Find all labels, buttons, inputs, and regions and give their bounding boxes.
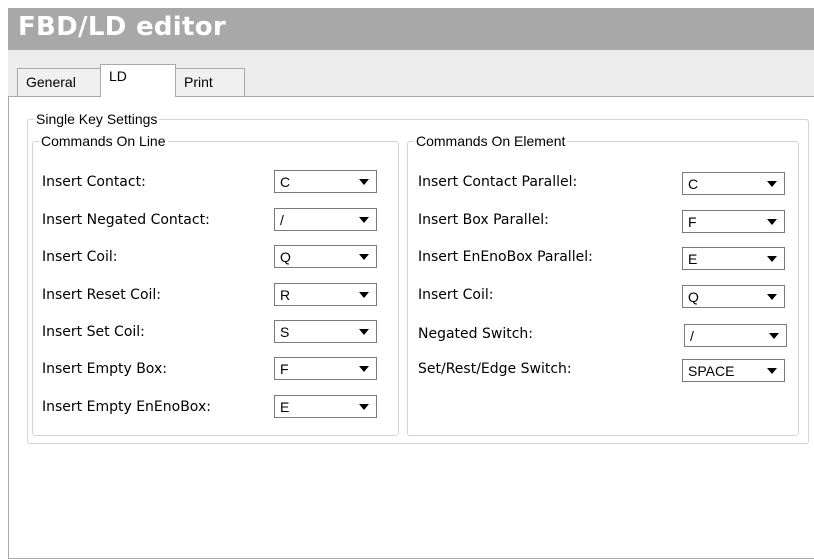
single-key-settings-legend: Single Key Settings [34,111,160,127]
on-line-row-insert-coil: Insert Coil: Q [42,245,392,269]
on-element-row-set-rest-edge-switch: Set/Rest/Edge Switch: SPACE [418,357,793,382]
select-value: S [280,324,290,340]
select-value: Q [688,289,699,305]
select-value: F [280,361,289,377]
dropdown-arrow-icon [767,294,777,300]
select-value: C [280,174,291,190]
on-line-label-insert-reset-coil: Insert Reset Coil: [42,287,161,303]
on-line-label-insert-negated-contact: Insert Negated Contact: [42,212,210,228]
dropdown-arrow-icon [359,292,369,298]
tab-panel-ld: Single Key Settings Commands On Line Ins… [8,96,814,559]
on-line-label-insert-empty-enenobox: Insert Empty EnEnoBox: [42,399,211,415]
on-line-label-insert-coil: Insert Coil: [42,249,118,265]
commands-on-line-group: Commands On Line Insert Contact: C Inser… [32,134,399,436]
select-value: SPACE [688,363,735,379]
select-value: E [688,251,698,267]
on-line-label-insert-set-coil: Insert Set Coil: [42,324,145,340]
on-element-row-insert-enenobox-parallel: Insert EnEnoBox Parallel: E [418,245,793,270]
dropdown-arrow-icon [767,219,777,225]
commands-on-line-legend: Commands On Line [39,133,168,149]
window-title: FBD/LD editor [18,12,227,42]
on-element-label-insert-enenobox-parallel: Insert EnEnoBox Parallel: [418,249,593,265]
on-element-label-insert-contact-parallel: Insert Contact Parallel: [418,174,578,190]
tab-general[interactable]: General [17,68,101,96]
on-element-select-insert-contact-parallel[interactable]: C [682,172,785,195]
dropdown-arrow-icon [767,256,777,262]
dropdown-arrow-icon [767,368,777,374]
on-line-row-insert-negated-contact: Insert Negated Contact: / [42,208,392,232]
on-line-select-insert-contact[interactable]: C [274,170,377,193]
select-value: F [688,214,697,230]
tab-ld-label: LD [109,68,127,84]
commands-on-element-group: Commands On Element Insert Contact Paral… [407,134,799,436]
on-line-select-insert-negated-contact[interactable]: / [274,208,377,231]
select-value: E [280,399,290,415]
on-element-row-negated-switch: Negated Switch: / [418,322,793,347]
dropdown-arrow-icon [359,404,369,410]
on-element-select-negated-switch[interactable]: / [684,324,787,347]
on-line-select-insert-coil[interactable]: Q [274,245,377,268]
on-element-label-negated-switch: Negated Switch: [418,326,533,342]
select-value: / [690,328,694,344]
on-line-select-insert-empty-box[interactable]: F [274,357,377,380]
on-line-select-insert-set-coil[interactable]: S [274,320,377,343]
tab-ld[interactable]: LD [100,64,176,97]
on-element-label-insert-box-parallel: Insert Box Parallel: [418,212,549,228]
select-value: / [280,212,284,228]
on-element-row-insert-coil: Insert Coil: Q [418,283,793,308]
tab-general-label: General [26,74,76,90]
on-element-select-set-rest-edge-switch[interactable]: SPACE [682,359,785,382]
on-element-label-insert-coil: Insert Coil: [418,287,494,303]
select-value: Q [280,249,291,265]
on-line-select-insert-empty-enenobox[interactable]: E [274,395,377,418]
on-line-row-insert-reset-coil: Insert Reset Coil: R [42,283,392,307]
dropdown-arrow-icon [769,333,779,339]
on-line-select-insert-reset-coil[interactable]: R [274,283,377,306]
dropdown-arrow-icon [359,254,369,260]
title-bar: FBD/LD editor [8,8,814,50]
dropdown-arrow-icon [359,329,369,335]
dropdown-arrow-icon [359,366,369,372]
on-element-select-insert-enenobox-parallel[interactable]: E [682,247,785,270]
commands-on-element-legend: Commands On Element [414,133,568,149]
tab-print[interactable]: Print [175,68,245,96]
on-line-row-insert-empty-enenobox: Insert Empty EnEnoBox: E [42,395,392,419]
select-value: C [688,176,699,192]
tab-print-label: Print [184,74,213,90]
on-line-label-insert-empty-box: Insert Empty Box: [42,361,167,377]
select-value: R [280,287,291,303]
dropdown-arrow-icon [767,181,777,187]
on-line-label-insert-contact: Insert Contact: [42,174,146,190]
on-line-row-insert-set-coil: Insert Set Coil: S [42,320,392,344]
dropdown-arrow-icon [359,179,369,185]
on-element-label-set-rest-edge-switch: Set/Rest/Edge Switch: [418,361,572,377]
on-element-select-insert-box-parallel[interactable]: F [682,210,785,233]
on-element-row-insert-contact-parallel: Insert Contact Parallel: C [418,170,793,195]
on-element-select-insert-coil[interactable]: Q [682,285,785,308]
on-line-row-insert-empty-box: Insert Empty Box: F [42,357,392,381]
on-element-row-insert-box-parallel: Insert Box Parallel: F [418,208,793,233]
dropdown-arrow-icon [359,217,369,223]
on-line-row-insert-contact: Insert Contact: C [42,170,392,194]
